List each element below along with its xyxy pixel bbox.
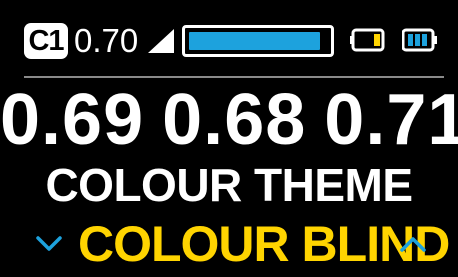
- menu-value-row: COLOUR BLIND: [0, 215, 458, 273]
- signal-icon: [148, 29, 174, 53]
- chevron-up-icon[interactable]: [400, 235, 426, 253]
- level-meter-fill: [189, 32, 321, 50]
- level-meter: [182, 25, 334, 57]
- status-bar: C1 0.70: [0, 0, 458, 78]
- reading-value: 0.68: [162, 80, 307, 160]
- gain-value: 0.70: [74, 22, 139, 59]
- divider: [24, 76, 444, 78]
- menu-title: COLOUR THEME: [45, 159, 413, 211]
- channel-badge: C1: [24, 23, 68, 59]
- battery-low-icon: [350, 28, 385, 52]
- menu-value[interactable]: COLOUR BLIND: [78, 215, 450, 273]
- chevron-down-icon[interactable]: [36, 235, 62, 253]
- battery-full-icon: [402, 28, 437, 52]
- reading-value: 0.71: [324, 80, 458, 160]
- reading-value: 0.69: [0, 80, 145, 160]
- readings-row: 0.69 0.68 0.71: [0, 82, 458, 158]
